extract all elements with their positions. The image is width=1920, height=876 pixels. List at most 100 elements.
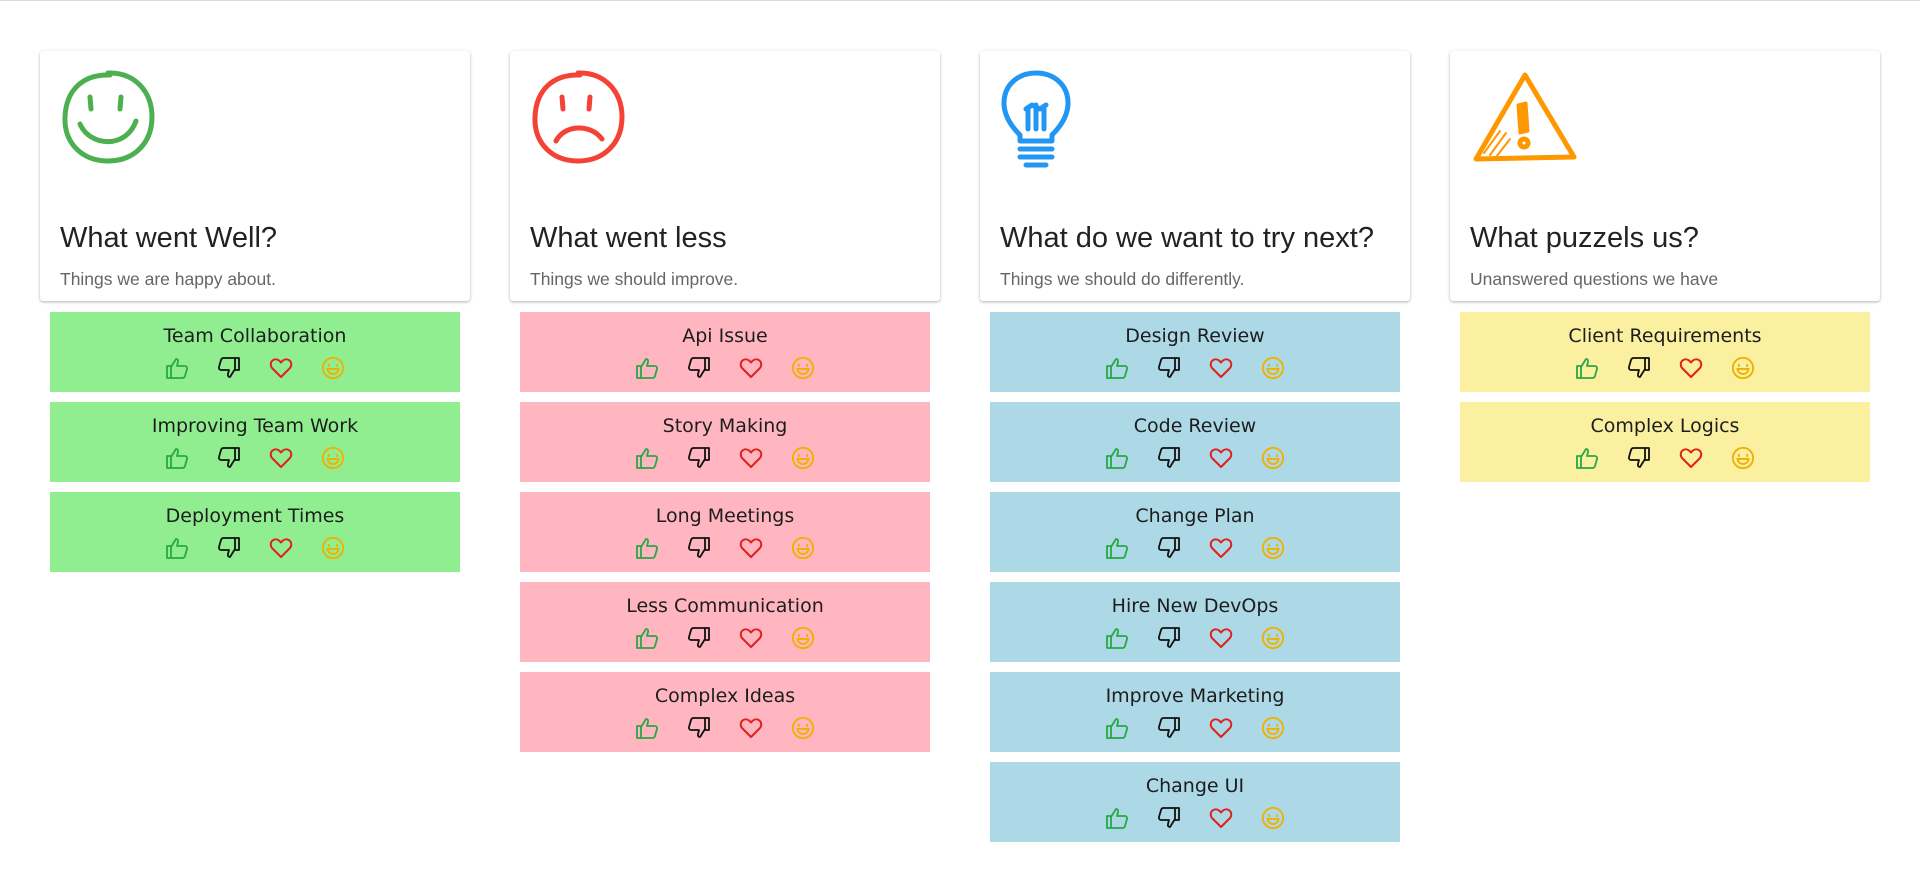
smile-icon[interactable]: [791, 536, 815, 560]
retro-card[interactable]: Design Review: [990, 312, 1400, 392]
thumbs-down-icon[interactable]: [687, 356, 711, 380]
retro-card[interactable]: Story Making: [520, 402, 930, 482]
thumbs-up-icon[interactable]: [165, 446, 189, 470]
smiley-face-icon: [60, 69, 450, 173]
retro-card[interactable]: Complex Logics: [1460, 402, 1870, 482]
thumbs-down-icon[interactable]: [1157, 536, 1181, 560]
retro-card[interactable]: Client Requirements: [1460, 312, 1870, 392]
heart-icon[interactable]: [1679, 446, 1703, 470]
thumbs-up-icon[interactable]: [1575, 446, 1599, 470]
smile-icon[interactable]: [791, 716, 815, 740]
retro-card-actions: [165, 536, 345, 560]
heart-icon[interactable]: [739, 446, 763, 470]
heart-icon[interactable]: [269, 356, 293, 380]
retro-card-actions: [1105, 446, 1285, 470]
retro-card-actions: [635, 356, 815, 380]
retro-card[interactable]: Long Meetings: [520, 492, 930, 572]
smile-icon[interactable]: [1261, 536, 1285, 560]
retro-card-actions: [635, 716, 815, 740]
thumbs-down-icon[interactable]: [217, 536, 241, 560]
thumbs-up-icon[interactable]: [1105, 356, 1129, 380]
smile-icon[interactable]: [791, 626, 815, 650]
thumbs-up-icon[interactable]: [1575, 356, 1599, 380]
smile-icon[interactable]: [1731, 356, 1755, 380]
retro-card[interactable]: Hire New DevOps: [990, 582, 1400, 662]
thumbs-up-icon[interactable]: [635, 716, 659, 740]
smile-icon[interactable]: [1261, 806, 1285, 830]
thumbs-up-icon[interactable]: [1105, 536, 1129, 560]
retro-card[interactable]: Complex Ideas: [520, 672, 930, 752]
retro-card-actions: [1105, 536, 1285, 560]
thumbs-up-icon[interactable]: [1105, 716, 1129, 740]
smile-icon[interactable]: [1261, 626, 1285, 650]
smile-icon[interactable]: [1261, 446, 1285, 470]
smile-icon[interactable]: [1261, 716, 1285, 740]
thumbs-down-icon[interactable]: [687, 626, 711, 650]
retro-card-title: Less Communication: [626, 595, 824, 617]
column-header: What do we want to try next? Things we s…: [980, 51, 1410, 301]
retro-card-title: Story Making: [662, 415, 788, 437]
thumbs-down-icon[interactable]: [1157, 446, 1181, 470]
smile-icon[interactable]: [1261, 356, 1285, 380]
heart-icon[interactable]: [269, 446, 293, 470]
smile-icon[interactable]: [321, 536, 345, 560]
thumbs-up-icon[interactable]: [1105, 626, 1129, 650]
heart-icon[interactable]: [1209, 716, 1233, 740]
thumbs-down-icon[interactable]: [1627, 446, 1651, 470]
retro-card[interactable]: Api Issue: [520, 312, 930, 392]
lightbulb-icon: [1000, 69, 1390, 173]
heart-icon[interactable]: [1679, 356, 1703, 380]
thumbs-down-icon[interactable]: [1157, 626, 1181, 650]
column-subtitle: Unanswered questions we have: [1470, 269, 1719, 289]
retro-card[interactable]: Code Review: [990, 402, 1400, 482]
thumbs-down-icon[interactable]: [217, 356, 241, 380]
thumbs-down-icon[interactable]: [1627, 356, 1651, 380]
heart-icon[interactable]: [1209, 806, 1233, 830]
retro-card[interactable]: Change UI: [990, 762, 1400, 842]
column-items: Client Requirements Complex Logics: [1460, 312, 1870, 482]
retro-card[interactable]: Change Plan: [990, 492, 1400, 572]
thumbs-down-icon[interactable]: [1157, 716, 1181, 740]
thumbs-down-icon[interactable]: [687, 536, 711, 560]
thumbs-down-icon[interactable]: [217, 446, 241, 470]
retro-card-title: Client Requirements: [1568, 325, 1762, 347]
column-subtitle: Things we should improve.: [530, 269, 739, 289]
thumbs-down-icon[interactable]: [687, 716, 711, 740]
heart-icon[interactable]: [739, 356, 763, 380]
retro-card-actions: [635, 626, 815, 650]
heart-icon[interactable]: [739, 626, 763, 650]
thumbs-up-icon[interactable]: [165, 536, 189, 560]
retro-card[interactable]: Improve Marketing: [990, 672, 1400, 752]
heart-icon[interactable]: [269, 536, 293, 560]
retro-card[interactable]: Team Collaboration: [50, 312, 460, 392]
thumbs-up-icon[interactable]: [635, 356, 659, 380]
retro-card-title: Change Plan: [1135, 505, 1255, 527]
thumbs-up-icon[interactable]: [1105, 446, 1129, 470]
smile-icon[interactable]: [791, 356, 815, 380]
thumbs-up-icon[interactable]: [635, 626, 659, 650]
thumbs-up-icon[interactable]: [635, 446, 659, 470]
thumbs-down-icon[interactable]: [1157, 356, 1181, 380]
smile-icon[interactable]: [321, 446, 345, 470]
retro-card-title: Code Review: [1133, 415, 1257, 437]
thumbs-down-icon[interactable]: [687, 446, 711, 470]
thumbs-up-icon[interactable]: [635, 536, 659, 560]
thumbs-down-icon[interactable]: [1157, 806, 1181, 830]
heart-icon[interactable]: [1209, 626, 1233, 650]
heart-icon[interactable]: [1209, 446, 1233, 470]
column-items: Design Review Code Review Change Plan Hire …: [990, 312, 1400, 842]
heart-icon[interactable]: [739, 536, 763, 560]
smile-icon[interactable]: [791, 446, 815, 470]
thumbs-up-icon[interactable]: [1105, 806, 1129, 830]
column-subtitle: Things we are happy about.: [60, 269, 276, 289]
retro-card[interactable]: Deployment Times: [50, 492, 460, 572]
heart-icon[interactable]: [1209, 356, 1233, 380]
thumbs-up-icon[interactable]: [165, 356, 189, 380]
column-subtitle: Things we should do differently.: [1000, 269, 1245, 289]
retro-card[interactable]: Less Communication: [520, 582, 930, 662]
smile-icon[interactable]: [321, 356, 345, 380]
heart-icon[interactable]: [1209, 536, 1233, 560]
retro-card[interactable]: Improving Team Work: [50, 402, 460, 482]
smile-icon[interactable]: [1731, 446, 1755, 470]
heart-icon[interactable]: [739, 716, 763, 740]
